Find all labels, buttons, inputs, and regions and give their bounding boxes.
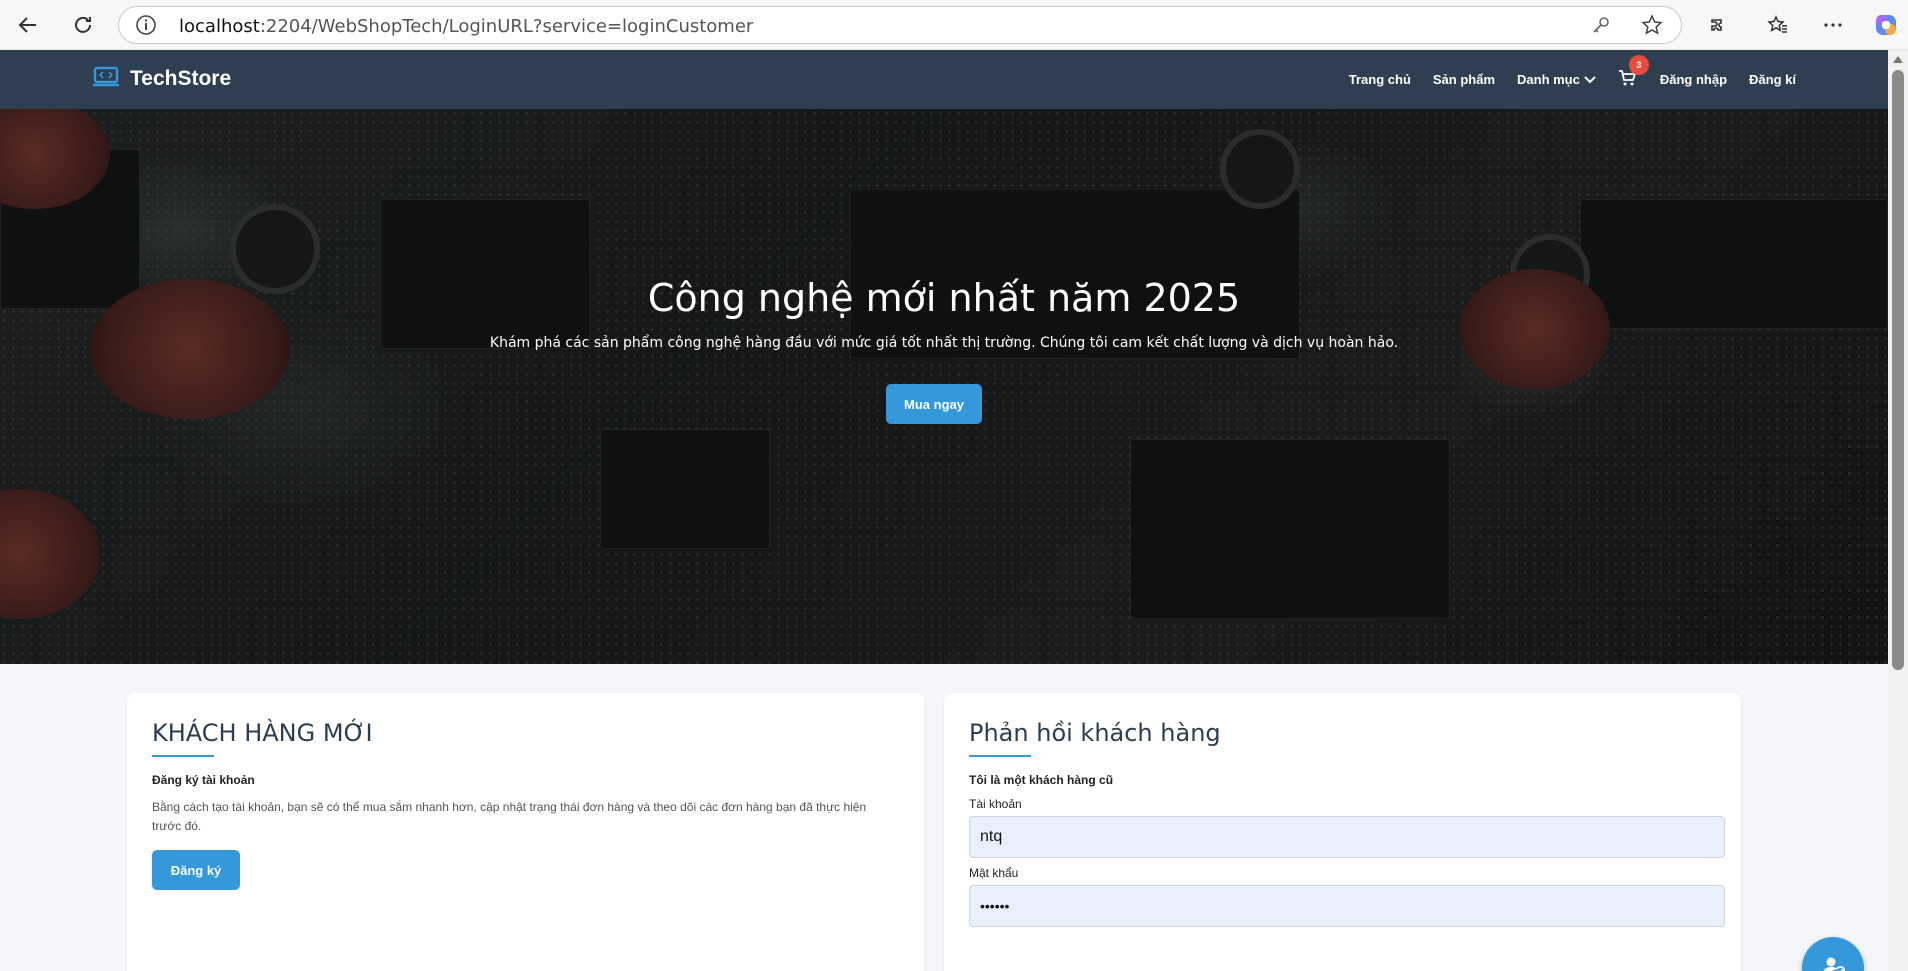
password-input[interactable]: •••••• (969, 885, 1725, 927)
shop-now-button[interactable]: Mua ngay (886, 384, 982, 424)
returning-customer-subtitle: Tôi là một khách hàng cũ (969, 773, 1114, 787)
password-label: Mật khẩu (969, 866, 1019, 880)
title-underline (969, 755, 1031, 757)
hero-banner: Công nghệ mới nhất năm 2025 Khám phá các… (0, 109, 1888, 664)
key-icon[interactable] (1591, 15, 1611, 39)
reload-icon[interactable] (68, 10, 98, 40)
cart-button[interactable]: 3 (1618, 54, 1649, 90)
site-navbar: TechStore Trang chủ Sản phẩm Danh mục 3 … (0, 50, 1888, 109)
nav-links: Trang chủ Sản phẩm Danh mục 3 Đăng nhập … (1349, 50, 1796, 109)
floating-user-button[interactable] (1802, 937, 1864, 971)
username-input[interactable] (969, 816, 1725, 858)
user-headset-icon (1820, 953, 1846, 971)
website-viewport: TechStore Trang chủ Sản phẩm Danh mục 3 … (0, 50, 1888, 971)
chevron-down-icon (1584, 72, 1596, 87)
hero-content: Công nghệ mới nhất năm 2025 Khám phá các… (0, 109, 1888, 664)
star-icon[interactable] (1641, 14, 1663, 40)
nav-categories[interactable]: Danh mục (1517, 72, 1596, 87)
hero-title: Công nghệ mới nhất năm 2025 (647, 276, 1241, 320)
url-text[interactable]: localhost:2204/WebShopTech/LoginURL?serv… (179, 16, 753, 37)
title-underline (152, 755, 214, 757)
username-label: Tài khoản (969, 797, 1022, 811)
new-customer-title: KHÁCH HÀNG MỚI (152, 719, 373, 747)
logo-text: TechStore (130, 67, 232, 90)
cart-count-badge: 3 (1628, 54, 1649, 75)
returning-customer-card: Phản hồi khách hàng Tôi là một khách hàn… (944, 693, 1741, 971)
more-icon[interactable] (1818, 10, 1848, 40)
nav-home[interactable]: Trang chủ (1349, 72, 1411, 87)
nav-products[interactable]: Sản phẩm (1433, 72, 1495, 87)
laptop-code-icon (92, 66, 120, 92)
hero-subtitle: Khám phá các sản phẩm công nghệ hàng đầu… (489, 335, 1399, 351)
scroll-up-arrow-icon[interactable] (1893, 56, 1903, 63)
logo[interactable]: TechStore (92, 66, 231, 92)
info-icon[interactable] (135, 14, 157, 40)
scrollbar-thumb[interactable] (1892, 70, 1904, 670)
nav-register[interactable]: Đăng kí (1749, 72, 1796, 87)
nav-categories-label: Danh mục (1517, 72, 1580, 87)
page-scrollbar[interactable] (1888, 50, 1908, 971)
back-arrow-icon[interactable] (13, 10, 43, 40)
extensions-icon[interactable] (1702, 10, 1732, 40)
nav-login[interactable]: Đăng nhập (1660, 72, 1727, 87)
new-customer-description: Bằng cách tạo tài khoản, bạn sẽ có thể m… (152, 800, 867, 833)
browser-toolbar: localhost:2204/WebShopTech/LoginURL?serv… (0, 0, 1908, 50)
register-button[interactable]: Đăng ký (152, 850, 240, 890)
copilot-icon[interactable] (1871, 10, 1901, 40)
favorites-icon[interactable] (1763, 10, 1793, 40)
new-customer-card: KHÁCH HÀNG MỚI Đăng ký tài khoản Bằng cá… (127, 693, 924, 971)
new-customer-subtitle: Đăng ký tài khoản (152, 773, 255, 787)
address-bar[interactable]: localhost:2204/WebShopTech/LoginURL?serv… (118, 6, 1682, 44)
returning-customer-title: Phản hồi khách hàng (969, 719, 1221, 747)
